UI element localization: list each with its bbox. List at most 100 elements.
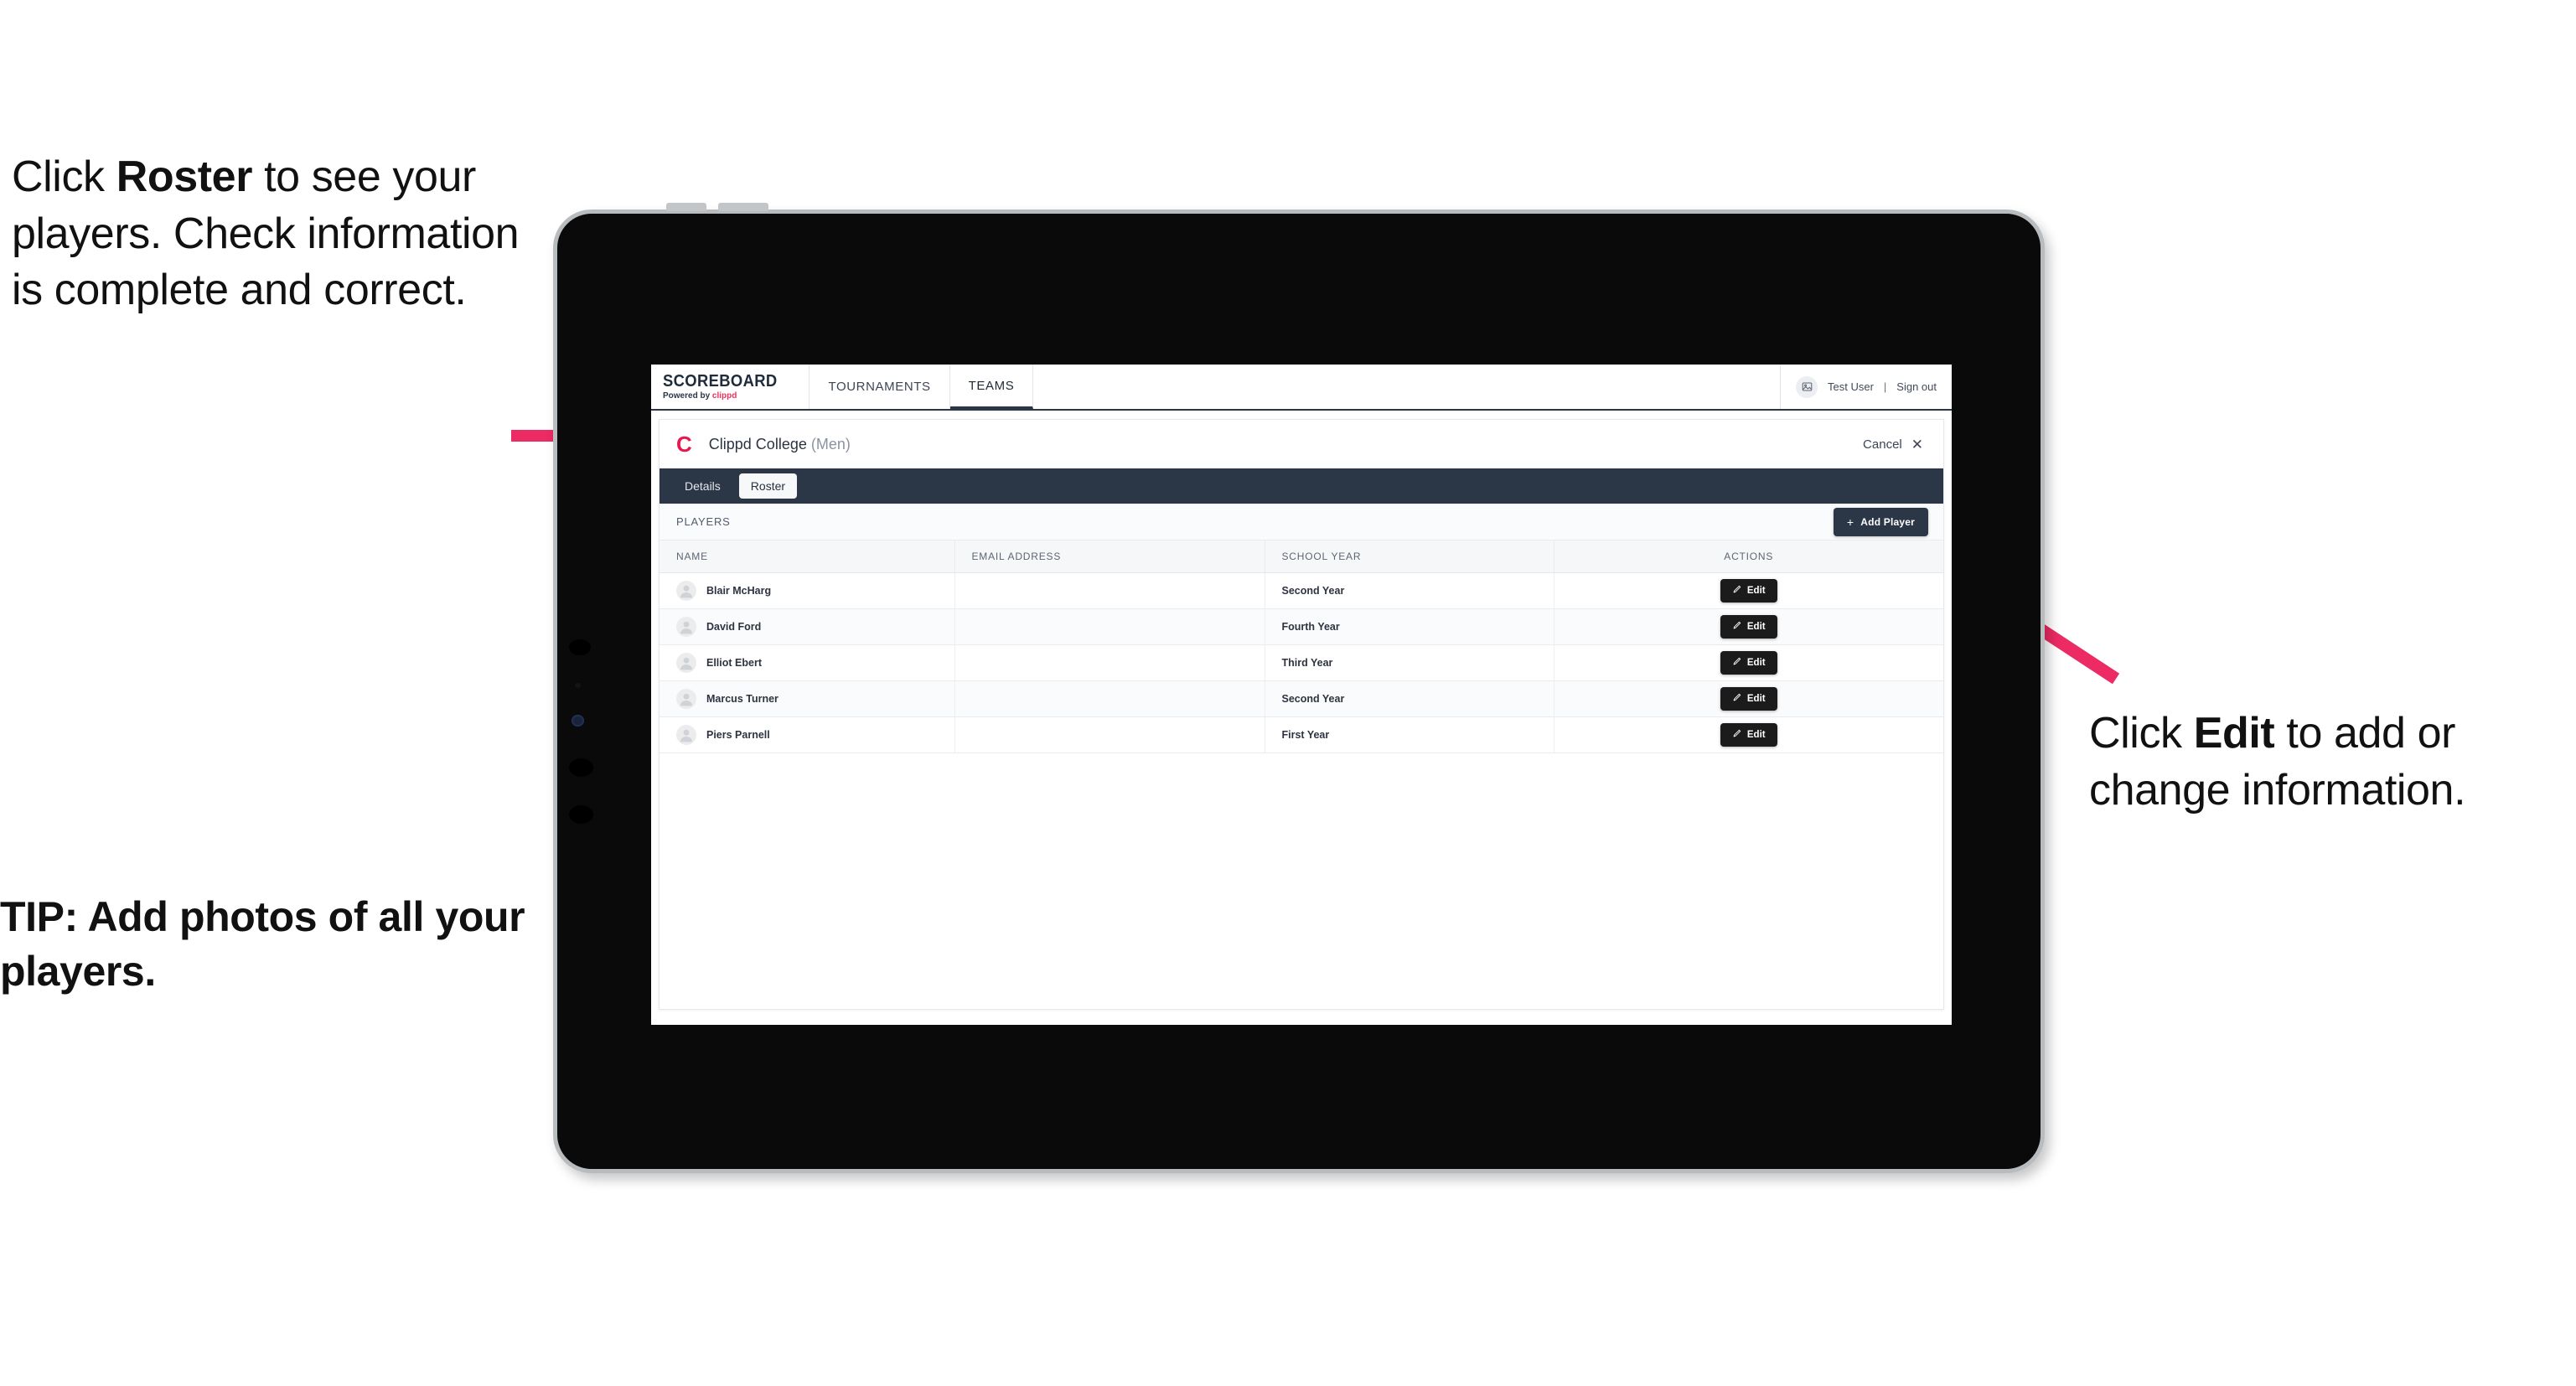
edit-button[interactable]: Edit — [1720, 651, 1777, 675]
player-avatar-icon — [676, 725, 696, 745]
edit-button-label: Edit — [1746, 658, 1766, 668]
cell-actions: Edit — [1554, 644, 1943, 681]
slide-canvas: Click Roster to see your players. Check … — [0, 0, 2576, 1386]
cell-actions: Edit — [1554, 680, 1943, 717]
brand-title: SCOREBOARD — [663, 372, 778, 390]
table-row: Marcus Turner Second Year Edit — [660, 680, 1943, 717]
add-player-button[interactable]: + Add Player — [1833, 507, 1928, 536]
edit-button[interactable]: Edit — [1720, 579, 1777, 602]
table-row: David Ford Fourth Year Edit — [660, 608, 1943, 645]
pencil-icon — [1732, 729, 1741, 741]
tab-details[interactable]: Details — [673, 473, 732, 499]
table-row: Piers Parnell First Year Edit — [660, 716, 1943, 753]
user-separator: | — [1883, 380, 1887, 393]
cell-name: Marcus Turner — [660, 680, 955, 717]
brand-subtitle-accent: clippd — [711, 391, 737, 401]
cell-name: David Ford — [660, 608, 955, 645]
player-school-year: Second Year — [1281, 585, 1345, 597]
tablet-side-button-1 — [569, 758, 593, 777]
app-header-spacer — [1033, 365, 1781, 409]
cancel-label: Cancel — [1863, 437, 1902, 452]
tablet-top-button-1 — [666, 203, 706, 211]
app-header: SCOREBOARD Powered by clippd TOURNAMENTS… — [651, 365, 1952, 411]
cell-email — [954, 680, 1265, 717]
team-card: C Clippd College (Men) Cancel ✕ Details … — [659, 419, 1944, 1010]
team-card-header: C Clippd College (Men) Cancel ✕ — [660, 420, 1943, 468]
cell-school-year: Third Year — [1265, 644, 1554, 681]
column-header-school-year: SCHOOL YEAR — [1265, 540, 1554, 573]
player-name: David Ford — [706, 621, 762, 633]
player-school-year: Fourth Year — [1281, 621, 1340, 633]
cell-email — [954, 716, 1265, 753]
cell-name: Blair McHarg — [660, 572, 955, 609]
player-school-year: Third Year — [1281, 657, 1333, 669]
column-header-name: NAME — [660, 540, 955, 573]
player-avatar-icon — [676, 653, 696, 673]
player-school-year: Second Year — [1281, 693, 1345, 705]
nav-tab-tournaments[interactable]: TOURNAMENTS — [810, 365, 950, 409]
edit-button-label: Edit — [1746, 586, 1766, 596]
cell-school-year: Second Year — [1265, 572, 1554, 609]
brand-logo[interactable]: SCOREBOARD Powered by clippd — [651, 365, 810, 409]
cell-name: Piers Parnell — [660, 716, 955, 753]
cell-name: Elliot Ebert — [660, 644, 955, 681]
right-callout-bold: Edit — [2193, 709, 2275, 758]
tablet-top-button-2 — [718, 203, 768, 211]
player-avatar-icon — [676, 617, 696, 637]
tablet-side-sensor — [575, 683, 581, 688]
nav-tab-teams[interactable]: TEAMS — [949, 365, 1034, 409]
tablet-side-speaker — [569, 639, 591, 655]
right-callout-prefix: Click — [2089, 709, 2194, 758]
left-callout-text: Click Roster to see your players. Check … — [12, 149, 556, 319]
cell-email — [954, 644, 1265, 681]
player-name: Piers Parnell — [706, 729, 770, 741]
cell-email — [954, 608, 1265, 645]
tablet-screen: SCOREBOARD Powered by clippd TOURNAMENTS… — [651, 365, 1952, 1025]
edit-button-label: Edit — [1746, 730, 1766, 740]
tab-roster[interactable]: Roster — [738, 473, 798, 499]
club-name: Clippd College (Men) — [709, 436, 851, 453]
table-empty-space — [660, 753, 1943, 1009]
user-avatar-icon — [1796, 375, 1818, 398]
cell-actions: Edit — [1554, 572, 1943, 609]
plus-icon: + — [1846, 515, 1854, 529]
player-name: Marcus Turner — [706, 693, 778, 705]
close-icon: ✕ — [1911, 436, 1923, 453]
column-header-email: EMAIL ADDRESS — [954, 540, 1265, 573]
sign-out-link[interactable]: Sign out — [1896, 380, 1937, 393]
cancel-button[interactable]: Cancel ✕ — [1863, 437, 1923, 452]
club-name-text: Clippd College — [708, 435, 807, 453]
cell-school-year: First Year — [1265, 716, 1554, 753]
user-name: Test User — [1828, 380, 1874, 393]
players-table: NAME EMAIL ADDRESS SCHOOL YEAR ACTIONS B… — [660, 540, 1943, 753]
edit-button-label: Edit — [1746, 622, 1766, 632]
edit-button[interactable]: Edit — [1720, 615, 1777, 639]
edit-button-label: Edit — [1746, 694, 1766, 704]
club-logo-icon: C — [676, 432, 692, 457]
players-section-bar: PLAYERS + Add Player — [660, 504, 1943, 540]
cell-school-year: Fourth Year — [1265, 608, 1554, 645]
edit-button[interactable]: Edit — [1720, 723, 1777, 747]
pencil-icon — [1732, 585, 1741, 597]
player-name: Blair McHarg — [706, 585, 772, 597]
column-header-actions: ACTIONS — [1554, 540, 1943, 573]
players-section-label: PLAYERS — [676, 515, 731, 528]
brand-subtitle-prefix: Powered by — [663, 391, 712, 401]
add-player-label: Add Player — [1860, 515, 1915, 528]
cell-email — [954, 572, 1265, 609]
cell-actions: Edit — [1554, 716, 1943, 753]
brand-subtitle: Powered by clippd — [663, 392, 787, 401]
pencil-icon — [1732, 657, 1741, 669]
players-table-body: Blair McHarg Second Year Edit David Ford Fou… — [660, 572, 1943, 753]
tablet-side-button-2 — [569, 805, 593, 824]
table-row: Blair McHarg Second Year Edit — [660, 572, 1943, 609]
edit-button[interactable]: Edit — [1720, 687, 1777, 711]
pencil-icon — [1732, 621, 1741, 633]
team-tab-strip: Details Roster — [660, 468, 1943, 504]
cell-actions: Edit — [1554, 608, 1943, 645]
table-header-row: NAME EMAIL ADDRESS SCHOOL YEAR ACTIONS — [660, 540, 1943, 573]
left-callout-prefix: Click — [12, 153, 116, 201]
player-avatar-icon — [676, 689, 696, 709]
club-gender-text: (Men) — [810, 435, 851, 453]
table-row: Elliot Ebert Third Year Edit — [660, 644, 1943, 681]
